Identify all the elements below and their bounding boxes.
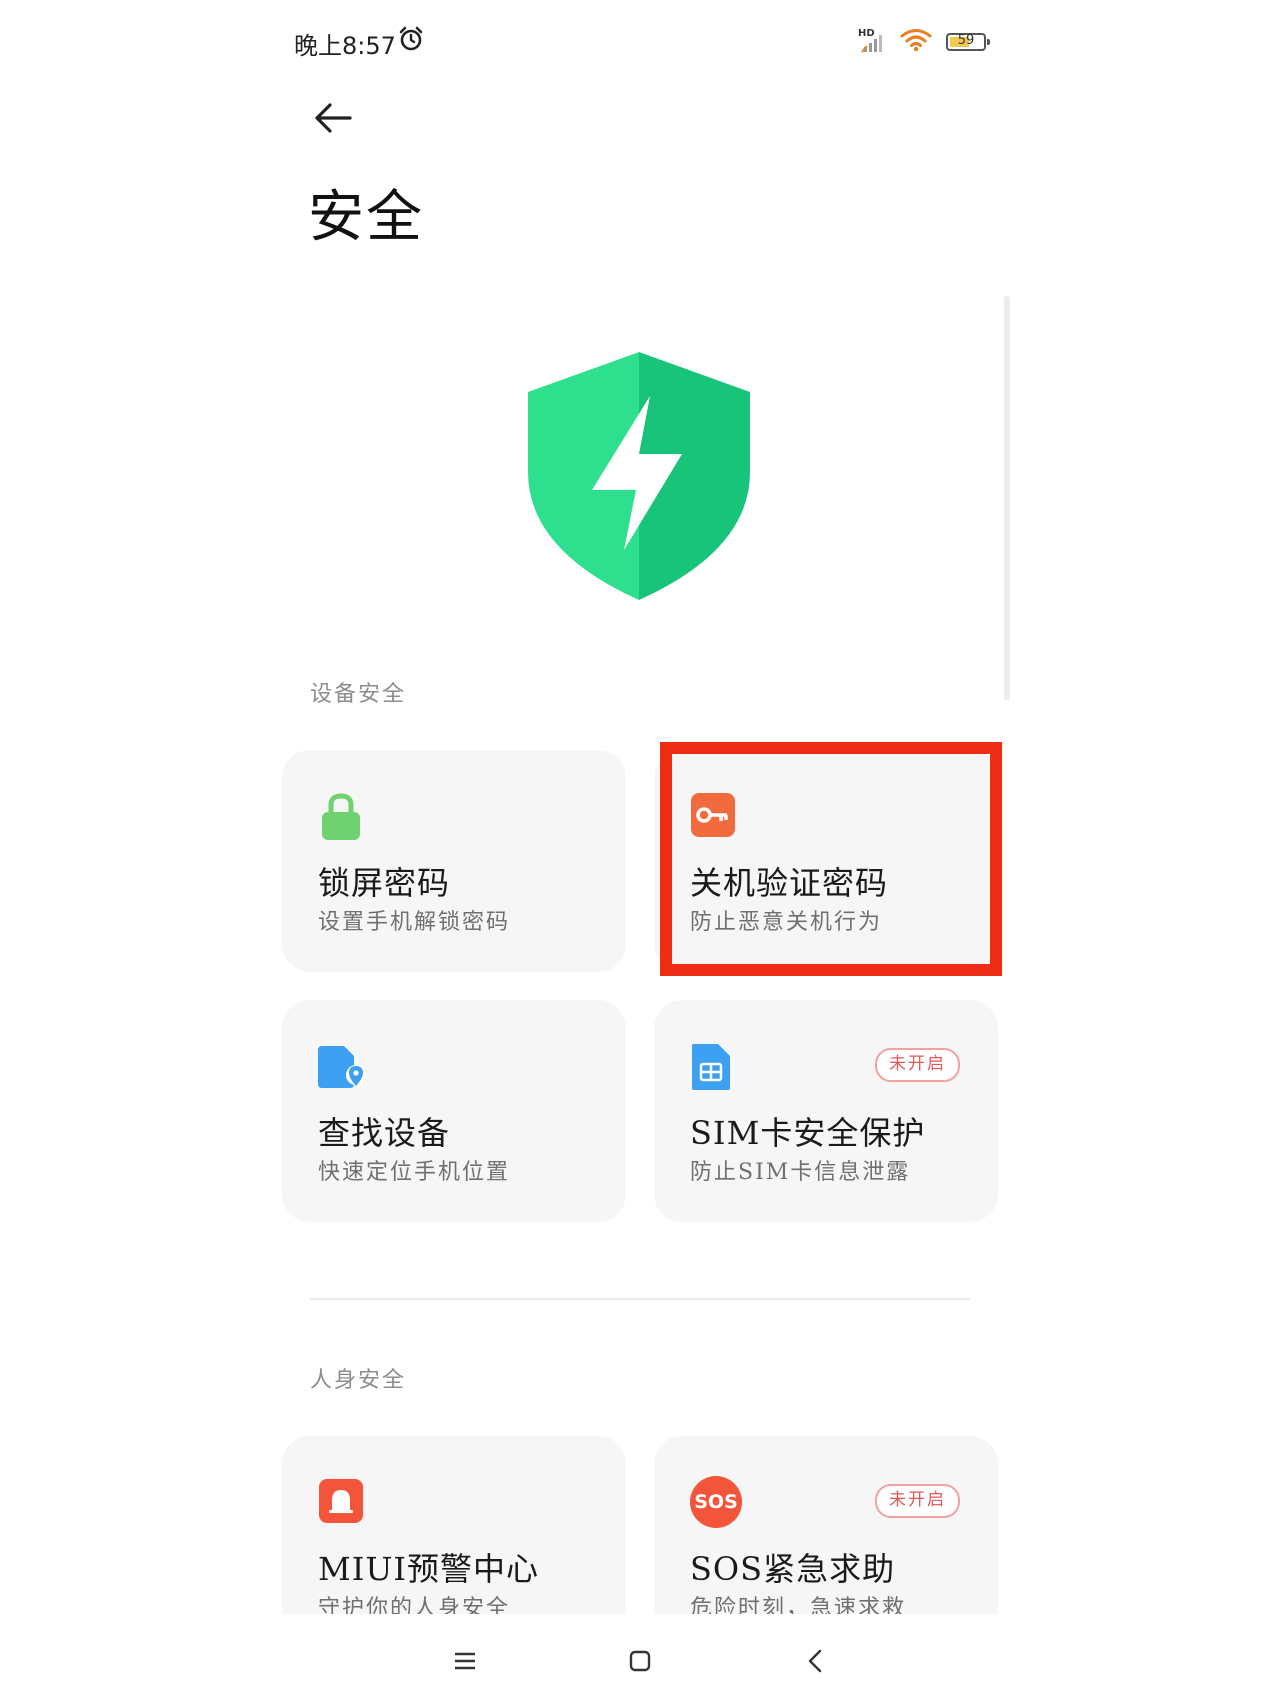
nav-back-button[interactable] [790, 1636, 840, 1686]
status-badge: 未开启 [875, 1484, 960, 1518]
section-divider [310, 1298, 970, 1300]
card-shutdown-password[interactable]: 关机验证密码 防止恶意关机行为 [654, 750, 998, 972]
chevron-left-icon [808, 1649, 822, 1673]
locate-device-icon [318, 1042, 366, 1088]
nav-menu-button[interactable] [440, 1636, 490, 1686]
card-title: MIUI预警中心 [318, 1550, 540, 1588]
menu-icon [455, 1652, 475, 1670]
card-title: 关机验证密码 [690, 864, 889, 902]
key-icon [690, 792, 736, 838]
security-shield-icon [526, 350, 752, 602]
card-title: SOS紧急求助 [690, 1550, 896, 1588]
signal-icon: HD [858, 28, 886, 54]
battery-level: 59 [957, 33, 975, 48]
status-right: HD 59 [858, 28, 990, 56]
back-button[interactable] [310, 96, 358, 140]
card-find-device[interactable]: 查找设备 快速定位手机位置 [282, 1000, 626, 1222]
card-title: 查找设备 [318, 1114, 451, 1152]
card-subtitle: 设置手机解锁密码 [318, 910, 511, 935]
sos-icon: SOS [690, 1476, 742, 1528]
card-sim-protection[interactable]: 未开启 SIM卡安全保护 防止SIM卡信息泄露 [654, 1000, 998, 1222]
card-subtitle: 快速定位手机位置 [318, 1160, 511, 1185]
section-label-device-security: 设备安全 [310, 682, 407, 707]
card-lock-screen-password[interactable]: 锁屏密码 设置手机解锁密码 [282, 750, 626, 972]
sim-card-icon [690, 1042, 736, 1090]
nav-home-button[interactable] [615, 1636, 665, 1686]
card-subtitle: 防止恶意关机行为 [690, 910, 883, 935]
status-bar: 晚上8:57 HD 59 [294, 22, 990, 62]
phone-screen: 晚上8:57 HD 59 安全 设备安全 锁屏密码 设置手机解锁密码 关机验证密… [256, 0, 1024, 1706]
page-title: 安全 [308, 185, 424, 250]
navigation-bar [256, 1614, 1024, 1706]
section-label-personal-safety: 人身安全 [310, 1368, 407, 1393]
wifi-icon [900, 28, 932, 56]
scrollbar[interactable] [1004, 296, 1010, 700]
status-time: 晚上8:57 [294, 32, 396, 60]
status-badge: 未开启 [875, 1048, 960, 1082]
alarm-icon [398, 26, 424, 56]
sos-icon-text: SOS [690, 1476, 742, 1528]
card-subtitle: 防止SIM卡信息泄露 [690, 1160, 911, 1185]
alert-bell-icon [318, 1478, 364, 1524]
battery-indicator: 59 [946, 33, 990, 51]
lock-icon [318, 792, 364, 840]
home-icon [629, 1650, 651, 1672]
card-title: 锁屏密码 [318, 864, 451, 902]
back-arrow-icon [315, 103, 352, 133]
card-title: SIM卡安全保护 [690, 1114, 926, 1152]
